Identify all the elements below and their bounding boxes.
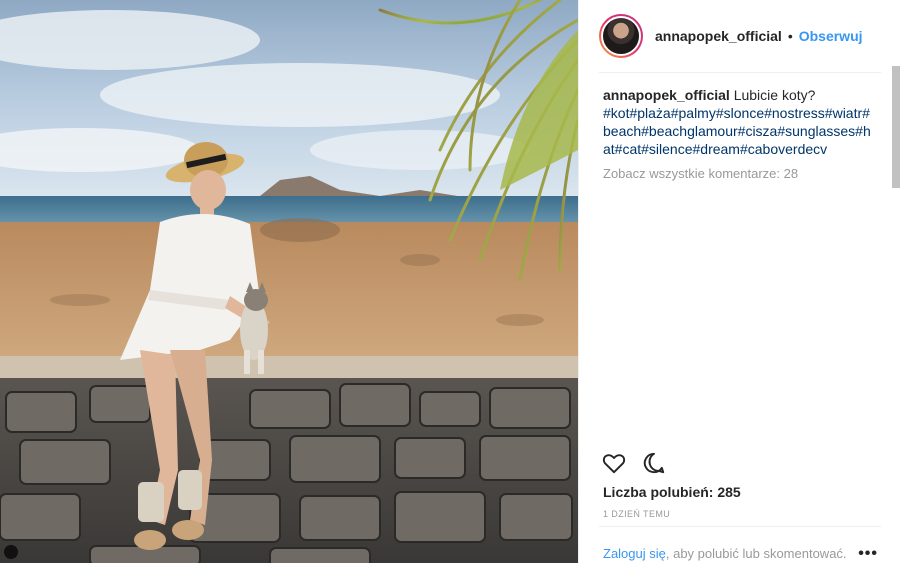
comment-button[interactable] [641, 450, 667, 476]
login-prompt: Zaloguj się, aby polubić lub skomentować… [603, 546, 847, 561]
post-caption: annapopek_official Lubicie koty? #kot#pl… [603, 86, 873, 158]
action-bar [601, 450, 667, 476]
header-username[interactable]: annapopek_official [655, 28, 782, 44]
footer-divider [599, 526, 881, 527]
view-all-comments-link[interactable]: Zobacz wszystkie komentarze: 28 [603, 166, 798, 181]
avatar[interactable] [599, 14, 643, 58]
likes-count[interactable]: Liczba polubień: 285 [603, 484, 741, 500]
caption-hashtags[interactable]: #kot#plaża#palmy#slonce#nostress#wiatr#b… [603, 105, 871, 157]
follow-button[interactable]: Obserwuj [799, 28, 863, 44]
header-separator: • [787, 28, 793, 44]
comment-icon [643, 452, 665, 474]
post-photo[interactable] [0, 0, 578, 563]
avatar-image [601, 16, 641, 56]
photo-tag-indicator[interactable] [4, 545, 18, 559]
post-sidebar: annapopek_official • Obserwuj annapopek_… [578, 0, 900, 563]
beach-photo-image [0, 0, 578, 563]
caption-username[interactable]: annapopek_official [603, 87, 730, 103]
post-timestamp[interactable]: 1 dzień temu [603, 509, 670, 519]
comments-scrollbar[interactable] [892, 66, 900, 188]
login-link[interactable]: Zaloguj się [603, 546, 666, 561]
caption-text: Lubicie koty? [733, 87, 816, 103]
login-prompt-text: , aby polubić lub skomentować. [665, 546, 847, 561]
more-options-icon[interactable]: ••• [858, 545, 878, 563]
header-divider [599, 72, 881, 73]
like-button[interactable] [601, 450, 627, 476]
heart-icon [602, 454, 626, 474]
post-header: annapopek_official • Obserwuj [599, 12, 881, 60]
